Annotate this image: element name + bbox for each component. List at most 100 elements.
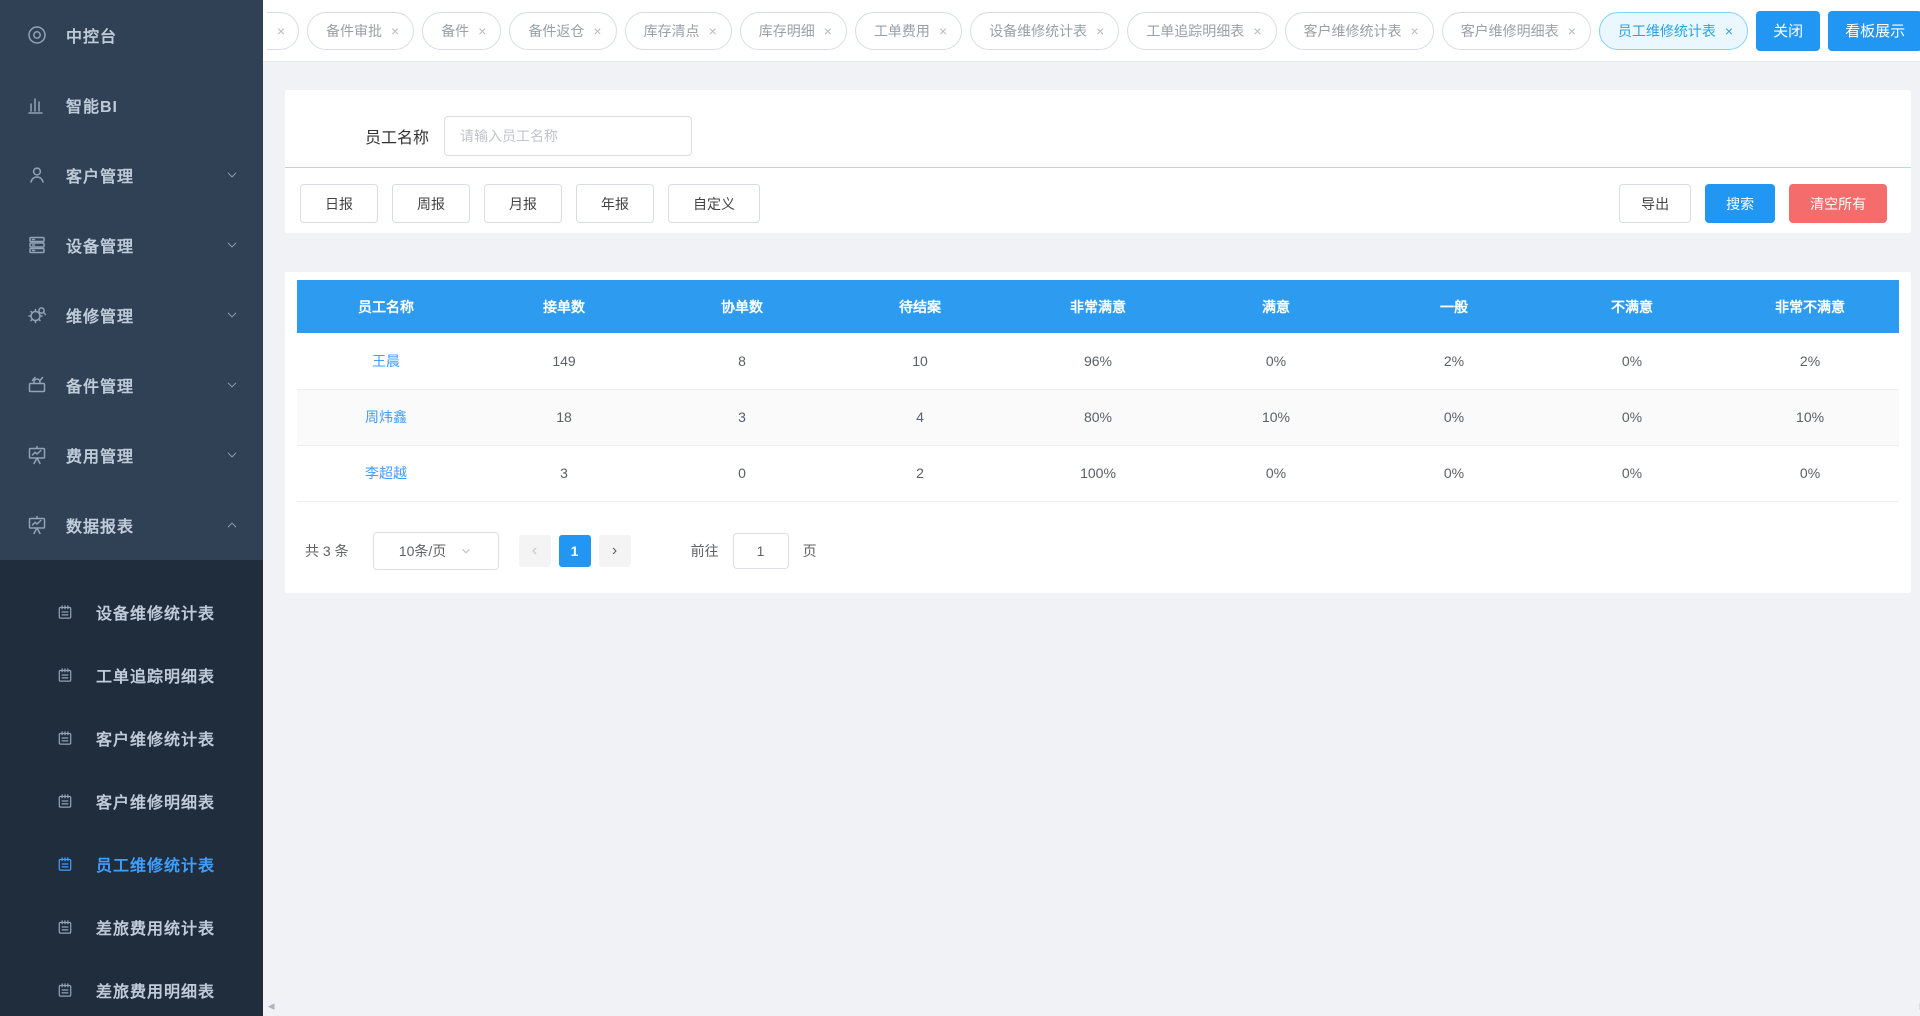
submenu-item-label: 差旅费用明细表 — [96, 978, 215, 1002]
clear-all-button[interactable]: 清空所有 — [1789, 184, 1887, 223]
chevron-down-icon — [225, 448, 239, 462]
tab-label: 工单费用 — [874, 21, 930, 41]
submenu-item-差旅费用统计表[interactable]: 差旅费用统计表 — [0, 895, 263, 958]
total-count-label: 共 3 条 — [305, 541, 349, 561]
close-tab-icon[interactable]: × — [1096, 24, 1104, 38]
tab-设备维修统计表[interactable]: 设备维修统计表 × — [970, 12, 1119, 50]
sidebar-item-中控台[interactable]: 中控台 — [0, 0, 263, 70]
tab-备件返仓[interactable]: 备件返仓 × — [509, 12, 616, 50]
table-cell: 0 — [653, 445, 831, 501]
notebook-icon — [56, 981, 74, 999]
sidebar: 中控台智能BI客户管理设备管理维修管理备件管理费用管理数据报表 设备维修统计表工… — [0, 0, 263, 1016]
table-cell: 149 — [475, 333, 653, 389]
submenu-item-设备维修统计表[interactable]: 设备维修统计表 — [0, 580, 263, 643]
period-button-周报[interactable]: 周报 — [392, 184, 470, 223]
filter-actions-row: 日报周报月报年报自定义 导出 搜索 清空所有 — [285, 184, 1911, 223]
tab-label: 工单追踪明细表 — [1146, 21, 1244, 41]
page-unit-label: 页 — [803, 541, 817, 561]
tab-label: 备件 — [441, 21, 469, 41]
sidebar-item-客户管理[interactable]: 客户管理 — [0, 140, 263, 210]
tab-工单追踪明细表[interactable]: 工单追踪明细表 × — [1127, 12, 1276, 50]
sidebar-item-备件管理[interactable]: 备件管理 — [0, 350, 263, 420]
tab-工单费用[interactable]: 工单费用 × — [855, 12, 962, 50]
employee-name-cell: 王晨 — [297, 333, 475, 389]
export-button[interactable]: 导出 — [1619, 184, 1691, 223]
period-button-月报[interactable]: 月报 — [484, 184, 562, 223]
period-button-日报[interactable]: 日报 — [300, 184, 378, 223]
board-display-button[interactable]: 看板展示 — [1828, 11, 1920, 51]
goto-page-input[interactable] — [733, 533, 789, 569]
submenu-item-label: 工单追踪明细表 — [96, 663, 215, 687]
employee-name-link[interactable]: 王晨 — [372, 353, 400, 369]
employee-name-link[interactable]: 李超越 — [365, 465, 407, 481]
column-header: 一般 — [1365, 280, 1543, 333]
table-cell: 0% — [1721, 445, 1899, 501]
tab-客户维修明细表[interactable]: 客户维修明细表× — [1442, 12, 1591, 50]
employee-name-cell: 周炜鑫 — [297, 389, 475, 445]
submenu-item-客户维修统计表[interactable]: 客户维修统计表 — [0, 706, 263, 769]
tab-label: 设备维修统计表 — [989, 21, 1087, 41]
table-cell: 2 — [831, 445, 1009, 501]
period-button-自定义[interactable]: 自定义 — [668, 184, 760, 223]
tab-客户维修统计表[interactable]: 客户维修统计表× — [1285, 12, 1434, 50]
close-tab-icon[interactable]: × — [1568, 24, 1576, 38]
prev-page-button[interactable]: ‹ — [519, 535, 551, 567]
tab-label: 员工维修统计表 — [1618, 21, 1716, 41]
close-tab-icon[interactable]: × — [824, 24, 832, 38]
submenu-item-客户维修明细表[interactable]: 客户维修明细表 — [0, 769, 263, 832]
sidebar-item-label: 数据报表 — [66, 513, 134, 537]
scroll-left-arrow-icon[interactable]: ◂ — [268, 998, 275, 1014]
page-number-button[interactable]: 1 — [559, 535, 591, 567]
tab-label: 备件审批 — [326, 21, 382, 41]
table-cell: 0% — [1187, 333, 1365, 389]
table-cell: 10 — [831, 333, 1009, 389]
close-tab-icon[interactable]: × — [1253, 24, 1261, 38]
table-cell: 80% — [1009, 389, 1187, 445]
table-row: 王晨14981096%0%2%0%2% — [297, 333, 1899, 389]
sidebar-menu: 中控台智能BI客户管理设备管理维修管理备件管理费用管理数据报表 — [0, 0, 263, 560]
tab-员工维修统计表[interactable]: 员工维修统计表 × — [1599, 12, 1748, 50]
submenu-item-工单追踪明细表[interactable]: 工单追踪明细表 — [0, 643, 263, 706]
table-cell: 0% — [1187, 445, 1365, 501]
close-tab-icon[interactable]: × — [1725, 24, 1733, 38]
sidebar-item-费用管理[interactable]: 费用管理 — [0, 420, 263, 490]
tab-label: 备件返仓 — [528, 21, 584, 41]
table-cell: 0% — [1365, 445, 1543, 501]
submenu-item-差旅费用明细表[interactable]: 差旅费用明细表 — [0, 958, 263, 1016]
close-tab-icon[interactable]: × — [709, 24, 717, 38]
tab-库存明细[interactable]: 库存明细× — [740, 12, 847, 50]
next-page-button[interactable]: › — [599, 535, 631, 567]
tab-备件[interactable]: 备件 × — [422, 12, 501, 50]
column-header: 非常满意 — [1009, 280, 1187, 333]
sidebar-item-数据报表[interactable]: 数据报表 — [0, 490, 263, 560]
table-cell: 4 — [831, 389, 1009, 445]
period-button-年报[interactable]: 年报 — [576, 184, 654, 223]
column-header: 待结案 — [831, 280, 1009, 333]
tab-clipped[interactable]: × — [267, 12, 299, 50]
employee-name-input[interactable] — [444, 116, 692, 156]
sidebar-item-维修管理[interactable]: 维修管理 — [0, 280, 263, 350]
search-button[interactable]: 搜索 — [1705, 184, 1775, 223]
sidebar-item-智能BI[interactable]: 智能BI — [0, 70, 263, 140]
page-size-select[interactable]: 10条/页 — [373, 532, 499, 570]
sidebar-item-设备管理[interactable]: 设备管理 — [0, 210, 263, 280]
close-tab-icon[interactable]: × — [277, 24, 285, 38]
close-tab-icon[interactable]: × — [1411, 24, 1419, 38]
close-tab-icon[interactable]: × — [391, 24, 399, 38]
close-tab-icon[interactable]: × — [939, 24, 947, 38]
tab-备件审批[interactable]: 备件审批 × — [307, 12, 414, 50]
close-tab-icon[interactable]: × — [593, 24, 601, 38]
table-row: 周炜鑫183480%10%0%0%10% — [297, 389, 1899, 445]
column-header: 接单数 — [475, 280, 653, 333]
tab-label: 库存清点 — [644, 21, 700, 41]
close-tab-icon[interactable]: × — [478, 24, 486, 38]
notebook-icon — [56, 918, 74, 936]
submenu-item-员工维修统计表[interactable]: 员工维修统计表 — [0, 832, 263, 895]
tab-库存清点[interactable]: 库存清点 × — [625, 12, 732, 50]
close-button[interactable]: 关闭 — [1756, 11, 1820, 51]
column-header: 员工名称 — [297, 280, 475, 333]
table-row: 李超越302100%0%0%0%0% — [297, 445, 1899, 501]
table-cell: 3 — [653, 389, 831, 445]
employee-name-link[interactable]: 周炜鑫 — [365, 409, 407, 425]
notebook-icon — [56, 792, 74, 810]
